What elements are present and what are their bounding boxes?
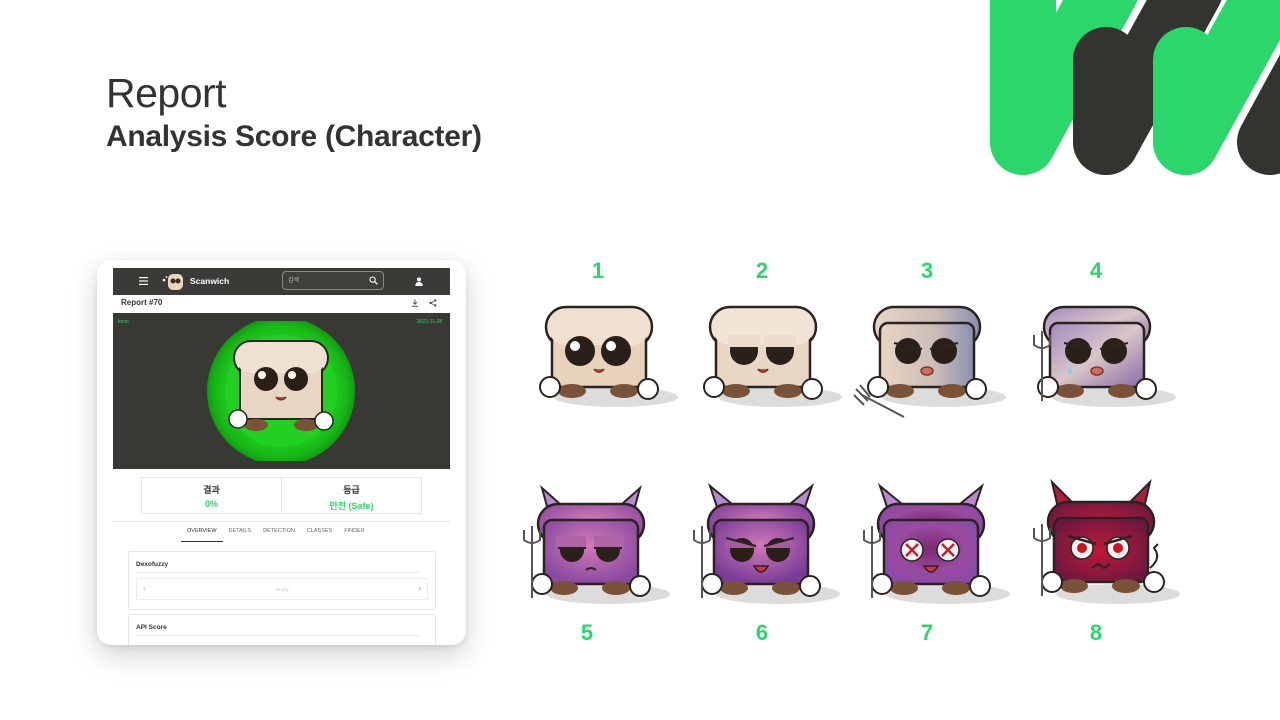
pager-text: Simply (275, 587, 289, 592)
divider (113, 521, 450, 522)
panel-divider (136, 635, 419, 636)
tab-details[interactable]: DETAILS (223, 526, 258, 542)
search-icon[interactable] (369, 276, 378, 285)
top-navbar: Scanwich (113, 268, 450, 295)
bread-character-2 (703, 305, 842, 407)
tab-overview[interactable]: OVERVIEW (181, 526, 223, 542)
share-icon[interactable] (429, 299, 437, 307)
tab-detection[interactable]: DETECTION (257, 526, 301, 542)
search-box[interactable] (282, 271, 384, 290)
menu-icon[interactable] (139, 276, 148, 286)
stat-grade: 등급 안전 (Safe) (281, 478, 421, 513)
devil-bread-character-7 (863, 483, 1010, 604)
brand-name: Scanwich (190, 276, 230, 286)
character-number: 3 (920, 258, 934, 283)
preview-label: kmrs (118, 319, 129, 325)
panel-divider (136, 572, 419, 573)
character-number: 2 (755, 258, 769, 283)
pager: ‹ Simply › (136, 578, 428, 600)
panel-title: API Score (136, 624, 167, 631)
stat-value: 0% (204, 499, 218, 509)
bread-logo-icon (162, 274, 183, 290)
page-title: Report (106, 70, 227, 116)
dexofuzzy-panel: Dexofuzzy ‹ Simply › (128, 551, 436, 610)
search-input[interactable] (288, 275, 360, 287)
devil-bread-character-8 (1033, 478, 1180, 604)
bread-character-1 (539, 305, 678, 407)
stat-result: 결과 0% (142, 478, 281, 513)
character-number: 4 (1089, 258, 1103, 283)
page-subtitle: Analysis Score (Character) (106, 120, 482, 153)
character-preview: kmrs 2023-11-28 (113, 313, 450, 469)
brand-logo (990, 0, 1280, 175)
bread-character-3 (853, 305, 1006, 418)
character-number: 1 (591, 258, 605, 283)
user-icon[interactable] (415, 277, 423, 286)
devil-bread-character-5 (523, 485, 670, 604)
stat-label: 결과 (203, 485, 220, 495)
report-tabs: OVERVIEW DETAILS DETECTION CLASSES FINDE… (181, 526, 371, 542)
bread-character-4 (1033, 305, 1176, 407)
panel-title: Dexofuzzy (136, 561, 169, 568)
chevron-right-icon[interactable]: › (418, 584, 421, 593)
tab-classes[interactable]: CLASSES (301, 526, 338, 542)
preview-date: 2023-11-28 (416, 319, 442, 325)
report-screenshot-card: Scanwich Report #70 kmrs 2023-11-28 (97, 260, 466, 645)
bread-character-large (207, 321, 355, 461)
download-icon[interactable] (411, 299, 419, 307)
stat-label: 등급 (343, 485, 360, 495)
api-score-panel: API Score (128, 614, 436, 645)
stat-value: 안전 (Safe) (329, 501, 374, 511)
result-stats: 결과 0% 등급 안전 (Safe) (141, 477, 422, 514)
devil-bread-character-6 (693, 483, 840, 604)
tab-finder[interactable]: FINDER (338, 526, 370, 542)
report-title: Report #70 (121, 298, 163, 307)
